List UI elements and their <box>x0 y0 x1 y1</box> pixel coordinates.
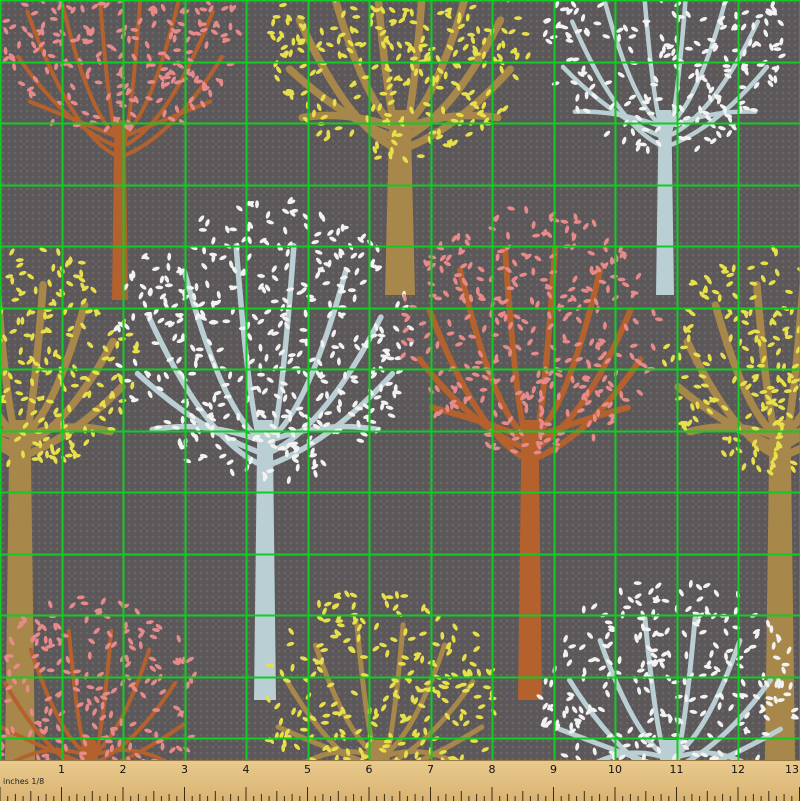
ruler-number: 10 <box>605 763 625 776</box>
fabric-pattern <box>0 0 800 760</box>
ruler-number: 13 <box>782 763 800 776</box>
ruler-number: 4 <box>236 763 256 776</box>
ruler-number: 6 <box>359 763 379 776</box>
ruler: inches 1/8 12345678910111213 <box>0 760 800 801</box>
ruler-number: 1 <box>52 763 72 776</box>
ruler-unit-label: inches 1/8 <box>3 777 44 786</box>
tree-pattern-art <box>0 0 800 760</box>
ruler-number: 5 <box>298 763 318 776</box>
ruler-number: 7 <box>421 763 441 776</box>
ruler-number: 3 <box>175 763 195 776</box>
ruler-number: 11 <box>667 763 687 776</box>
ruler-number: 9 <box>544 763 564 776</box>
ruler-number: 2 <box>113 763 133 776</box>
ruler-number: 12 <box>728 763 748 776</box>
ruler-number: 8 <box>482 763 502 776</box>
product-image: inches 1/8 12345678910111213 <box>0 0 800 800</box>
